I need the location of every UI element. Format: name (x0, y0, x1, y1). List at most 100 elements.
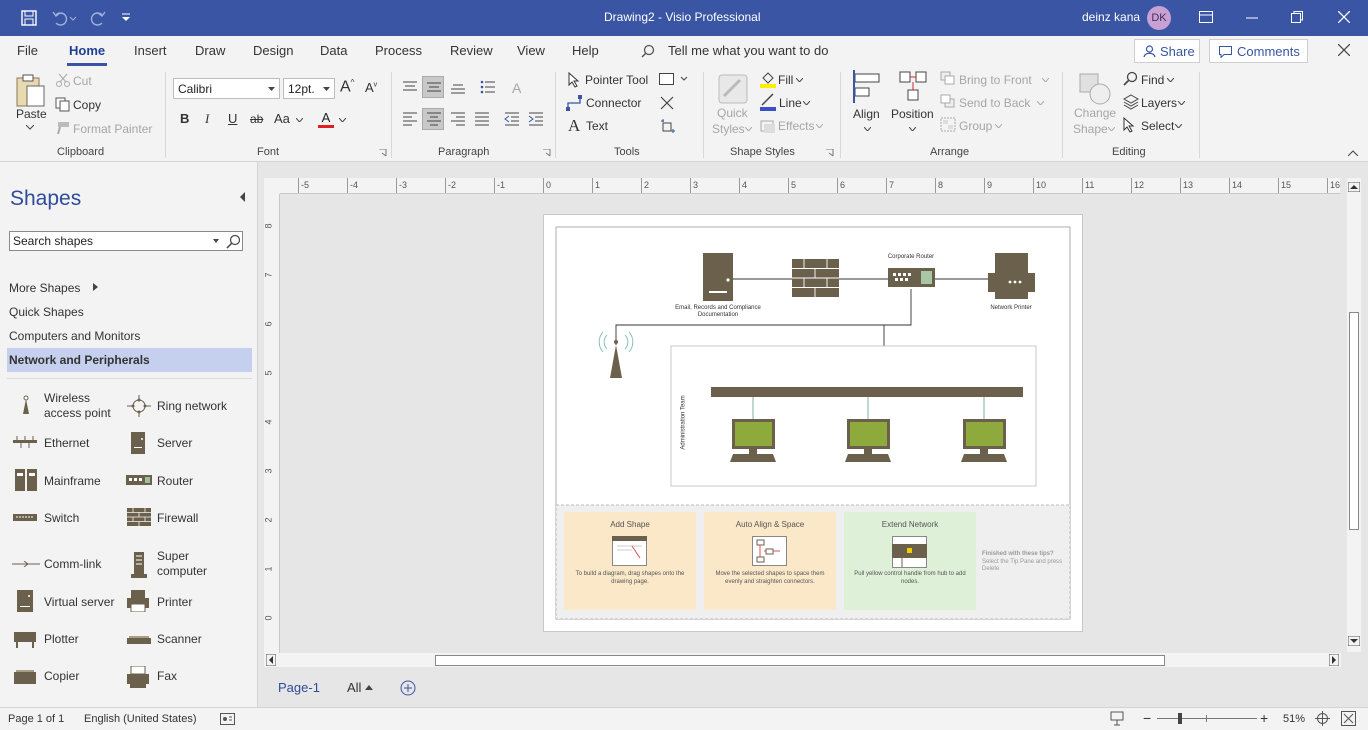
customize-qat-icon[interactable] (120, 12, 132, 24)
tell-me-box[interactable]: Tell me what you want to do (668, 43, 828, 58)
tab-design[interactable]: Design (253, 43, 293, 58)
crop-icon[interactable] (660, 118, 676, 134)
text-button[interactable]: Text (586, 119, 608, 133)
search-icon[interactable] (226, 234, 241, 249)
chevron-down-icon[interactable] (1175, 124, 1182, 128)
tab-view[interactable]: View (517, 43, 545, 58)
chevron-down-icon[interactable] (816, 124, 823, 128)
decrease-indent-icon[interactable] (504, 112, 520, 126)
chevron-down-icon[interactable] (339, 118, 346, 122)
align-bottom-icon[interactable] (450, 82, 466, 96)
share-button[interactable]: Share (1134, 39, 1200, 63)
scroll-up-icon[interactable] (1348, 182, 1360, 192)
fill-button[interactable]: Fill (778, 73, 793, 87)
collapse-pane-icon[interactable] (238, 192, 246, 202)
tab-draw[interactable]: Draw (195, 43, 225, 58)
chevron-down-icon[interactable] (1037, 101, 1044, 105)
search-shapes-box[interactable]: Search shapes (9, 231, 243, 251)
chevron-down-icon[interactable] (296, 118, 303, 122)
page-number[interactable]: Page 1 of 1 (8, 713, 64, 725)
align-middle-button[interactable] (422, 76, 444, 98)
increase-indent-icon[interactable] (528, 112, 544, 126)
drawing-page[interactable]: Corporate Router Email, Records and Comp… (543, 214, 1083, 632)
tab-data[interactable]: Data (320, 43, 347, 58)
group-button[interactable]: Group (959, 119, 992, 133)
redo-icon[interactable] (89, 10, 107, 26)
tab-insert[interactable]: Insert (134, 43, 167, 58)
align-left-icon[interactable] (402, 112, 418, 126)
font-name-select[interactable]: Calibri (173, 78, 280, 99)
scroll-right-icon[interactable] (1329, 654, 1339, 666)
scroll-left-icon[interactable] (266, 654, 276, 666)
close-icon[interactable] (1338, 11, 1350, 23)
align-right-icon[interactable] (450, 112, 466, 126)
search-input[interactable]: Search shapes (13, 234, 93, 248)
align-center-button[interactable] (422, 108, 444, 130)
copy-button[interactable]: Copy (73, 98, 101, 112)
underline-button[interactable]: U (228, 111, 237, 126)
position-button[interactable]: Position (891, 107, 934, 121)
more-shapes-item[interactable]: More Shapes (9, 281, 80, 295)
tab-review[interactable]: Review (450, 43, 493, 58)
ribbon-display-icon[interactable] (1199, 11, 1213, 23)
add-page-icon[interactable] (400, 680, 416, 696)
effects-button[interactable]: Effects (778, 119, 814, 133)
chevron-down-icon[interactable] (1042, 78, 1049, 82)
change-shape-button[interactable]: Change (1074, 106, 1116, 120)
quick-shapes-item[interactable]: Quick Shapes (9, 305, 84, 319)
layers-button[interactable]: Layers (1141, 96, 1177, 110)
chevron-down-icon[interactable] (864, 127, 871, 131)
pointer-tool-button[interactable]: Pointer Tool (585, 73, 648, 87)
collapse-ribbon-icon[interactable] (1348, 150, 1358, 156)
justify-icon[interactable] (474, 112, 490, 126)
italic-button[interactable]: I (205, 111, 209, 127)
connector-button[interactable]: Connector (586, 96, 641, 110)
horizontal-scroll-thumb[interactable] (435, 655, 1165, 666)
tip-auto-align[interactable]: Auto Align & Space Move the selected sha… (704, 512, 836, 610)
chevron-down-icon[interactable] (1108, 127, 1115, 131)
chevron-down-icon[interactable] (213, 239, 219, 243)
chevron-down-icon[interactable] (909, 127, 916, 131)
paste-dropdown-icon[interactable] (26, 125, 34, 130)
vertical-scrollbar[interactable] (1347, 178, 1361, 652)
tab-help[interactable]: Help (572, 43, 599, 58)
change-case-button[interactable]: Aa (274, 111, 290, 126)
chevron-down-icon[interactable] (803, 101, 810, 105)
select-button[interactable]: Select (1141, 119, 1174, 133)
cut-button[interactable]: Cut (73, 74, 92, 88)
network-peripherals-item[interactable]: Network and Peripherals (7, 348, 252, 372)
delete-x-icon[interactable] (660, 96, 674, 110)
strikethrough-button[interactable]: ab (250, 112, 263, 126)
zoom-level[interactable]: 51% (1283, 713, 1305, 725)
tab-file[interactable]: File (17, 43, 38, 58)
bullets-icon[interactable] (480, 79, 496, 95)
rectangle-icon[interactable] (659, 73, 689, 86)
tip-extend-network[interactable]: Extend Network Pull yellow control handl… (844, 512, 976, 610)
zoom-out-button[interactable]: − (1143, 710, 1151, 726)
undo-icon[interactable] (51, 10, 77, 26)
zoom-in-button[interactable]: + (1260, 710, 1268, 726)
horizontal-scrollbar[interactable] (264, 653, 1341, 667)
dialog-launcher-icon[interactable] (826, 149, 834, 157)
macro-record-icon[interactable] (220, 713, 235, 725)
line-button[interactable]: Line (779, 96, 802, 110)
text-direction-icon[interactable]: A (512, 80, 521, 96)
zoom-slider[interactable] (1157, 718, 1257, 719)
chevron-down-icon[interactable] (1167, 78, 1174, 82)
align-button[interactable]: Align (853, 107, 880, 121)
chevron-down-icon[interactable] (796, 78, 803, 82)
chevron-down-icon[interactable] (745, 127, 752, 131)
all-pages-tab[interactable]: All (347, 680, 361, 695)
chevron-down-icon[interactable] (995, 124, 1002, 128)
bold-button[interactable]: B (180, 111, 189, 126)
font-size-select[interactable]: 12pt. (283, 78, 335, 99)
align-top-icon[interactable] (402, 80, 418, 94)
presentation-mode-icon[interactable] (1110, 711, 1124, 726)
bring-to-front-button[interactable]: Bring to Front (959, 73, 1032, 87)
switch-windows-icon[interactable] (1341, 711, 1356, 726)
paste-icon[interactable] (14, 72, 46, 108)
format-painter-button[interactable]: Format Painter (73, 122, 152, 136)
find-button[interactable]: Find (1141, 73, 1164, 87)
grow-font-icon[interactable]: A^ (340, 78, 354, 96)
tip-add-shape[interactable]: Add Shape To build a diagram, drag shape… (564, 512, 696, 610)
